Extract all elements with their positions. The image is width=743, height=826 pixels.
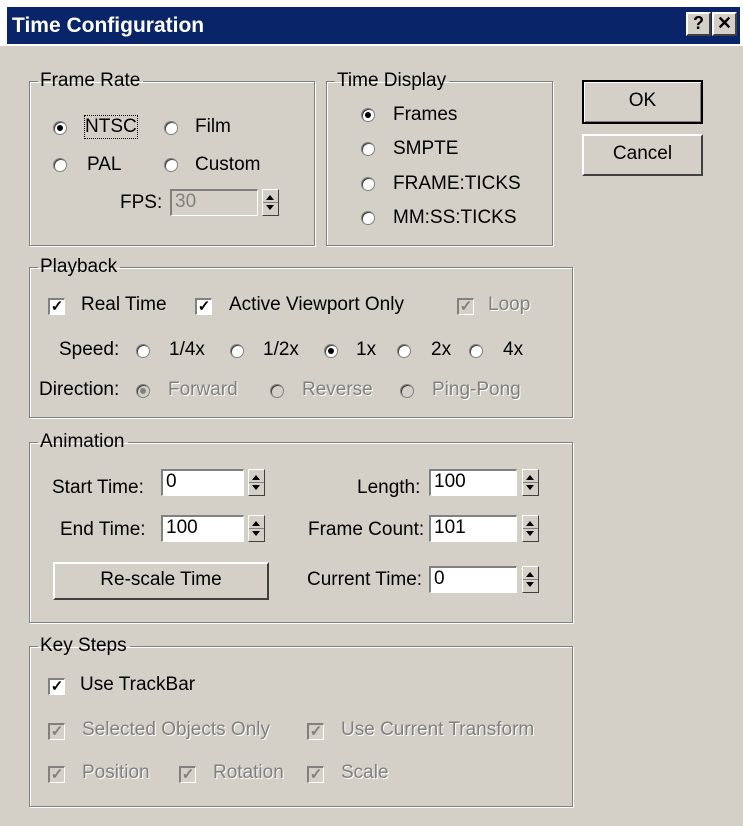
frame-rate-legend: Frame Rate bbox=[40, 70, 141, 91]
forward-radio[interactable] bbox=[136, 384, 150, 398]
custom-radio[interactable] bbox=[164, 158, 178, 172]
film-radio[interactable] bbox=[164, 121, 178, 135]
pal-label[interactable]: PAL bbox=[87, 154, 122, 176]
frame-ticks-label[interactable]: FRAME:TICKS bbox=[393, 173, 521, 195]
time-configuration-dialog: Time Configuration ? ✕ Frame Rate NTSC F… bbox=[0, 0, 743, 826]
speed-half-label[interactable]: 1/2x bbox=[263, 339, 299, 361]
start-time-label: Start Time: bbox=[52, 477, 144, 498]
start-time-field[interactable]: 0 bbox=[161, 469, 244, 496]
length-spinner[interactable] bbox=[522, 469, 539, 496]
selected-objects-only-label[interactable]: Selected Objects Only bbox=[82, 719, 270, 741]
frames-label[interactable]: Frames bbox=[393, 104, 457, 126]
animation-legend: Animation bbox=[40, 431, 125, 452]
mm-ss-ticks-radio[interactable] bbox=[361, 211, 375, 225]
current-time-field[interactable]: 0 bbox=[429, 566, 517, 593]
end-time-spinner[interactable] bbox=[248, 515, 265, 542]
time-display-legend: Time Display bbox=[337, 70, 447, 91]
current-time-label: Current Time: bbox=[307, 569, 423, 590]
scale-label[interactable]: Scale bbox=[341, 762, 389, 784]
ping-pong-radio[interactable] bbox=[400, 384, 414, 398]
film-label[interactable]: Film bbox=[195, 116, 231, 138]
frame-count-label: Frame Count: bbox=[308, 519, 425, 540]
loop-checkbox[interactable]: ✓ bbox=[457, 298, 474, 315]
real-time-checkbox[interactable]: ✓ bbox=[48, 298, 65, 315]
speed-1x-label[interactable]: 1x bbox=[356, 339, 376, 361]
active-viewport-only-checkbox[interactable]: ✓ bbox=[195, 298, 212, 315]
ntsc-radio[interactable] bbox=[53, 121, 67, 135]
pal-radio[interactable] bbox=[53, 158, 67, 172]
speed-half-radio[interactable] bbox=[230, 344, 244, 358]
speed-1x-radio[interactable] bbox=[324, 344, 338, 358]
use-current-transform-checkbox[interactable]: ✓ bbox=[307, 723, 324, 740]
window-title: Time Configuration bbox=[12, 14, 205, 37]
active-viewport-only-label[interactable]: Active Viewport Only bbox=[229, 294, 404, 316]
speed-4x-label[interactable]: 4x bbox=[503, 339, 523, 361]
length-label: Length: bbox=[357, 477, 421, 498]
ntsc-label[interactable]: NTSC bbox=[84, 115, 138, 139]
custom-label[interactable]: Custom bbox=[195, 154, 260, 176]
selected-objects-only-checkbox[interactable]: ✓ bbox=[48, 723, 65, 740]
reverse-radio[interactable] bbox=[270, 384, 284, 398]
frames-radio[interactable] bbox=[361, 108, 375, 122]
use-trackbar-label[interactable]: Use TrackBar bbox=[80, 674, 195, 696]
ping-pong-label[interactable]: Ping-Pong bbox=[432, 379, 521, 401]
use-current-transform-label[interactable]: Use Current Transform bbox=[341, 719, 534, 741]
rotation-label[interactable]: Rotation bbox=[213, 762, 284, 784]
frame-count-field[interactable]: 101 bbox=[429, 515, 517, 542]
speed-4x-radio[interactable] bbox=[469, 344, 483, 358]
fps-label: FPS: bbox=[120, 192, 163, 213]
scale-checkbox[interactable]: ✓ bbox=[307, 766, 324, 783]
speed-2x-radio[interactable] bbox=[397, 344, 411, 358]
rescale-time-button[interactable]: Re-scale Time bbox=[53, 562, 269, 600]
use-trackbar-checkbox[interactable]: ✓ bbox=[48, 678, 65, 695]
dialog-body: Frame Rate NTSC Film PAL Custom FPS: 30 … bbox=[7, 46, 737, 826]
help-button[interactable]: ? bbox=[686, 12, 711, 36]
playback-legend: Playback bbox=[40, 256, 118, 277]
key-steps-legend: Key Steps bbox=[40, 635, 127, 656]
title-bar[interactable]: Time Configuration ? ✕ bbox=[0, 0, 743, 46]
frame-count-spinner[interactable] bbox=[522, 515, 539, 542]
start-time-spinner[interactable] bbox=[248, 469, 265, 496]
real-time-label[interactable]: Real Time bbox=[81, 294, 167, 316]
current-time-spinner[interactable] bbox=[522, 566, 539, 593]
close-button[interactable]: ✕ bbox=[712, 12, 737, 36]
fps-spinner[interactable] bbox=[262, 189, 279, 216]
direction-label: Direction: bbox=[39, 379, 120, 400]
rotation-checkbox[interactable]: ✓ bbox=[179, 766, 196, 783]
length-field[interactable]: 100 bbox=[429, 469, 517, 496]
reverse-label[interactable]: Reverse bbox=[302, 379, 373, 401]
smpte-label[interactable]: SMPTE bbox=[393, 138, 458, 160]
position-label[interactable]: Position bbox=[82, 762, 150, 784]
speed-quarter-radio[interactable] bbox=[136, 344, 150, 358]
speed-2x-label[interactable]: 2x bbox=[431, 339, 451, 361]
smpte-radio[interactable] bbox=[361, 142, 375, 156]
fps-field[interactable]: 30 bbox=[170, 189, 258, 216]
mm-ss-ticks-label[interactable]: MM:SS:TICKS bbox=[393, 207, 517, 229]
loop-label[interactable]: Loop bbox=[488, 294, 530, 316]
ok-button[interactable]: OK bbox=[582, 80, 703, 124]
frame-ticks-radio[interactable] bbox=[361, 177, 375, 191]
position-checkbox[interactable]: ✓ bbox=[48, 766, 65, 783]
speed-quarter-label[interactable]: 1/4x bbox=[169, 339, 205, 361]
end-time-label: End Time: bbox=[60, 519, 146, 540]
forward-label[interactable]: Forward bbox=[168, 379, 238, 401]
speed-label: Speed: bbox=[59, 339, 120, 360]
cancel-button[interactable]: Cancel bbox=[582, 134, 703, 176]
end-time-field[interactable]: 100 bbox=[161, 515, 244, 542]
